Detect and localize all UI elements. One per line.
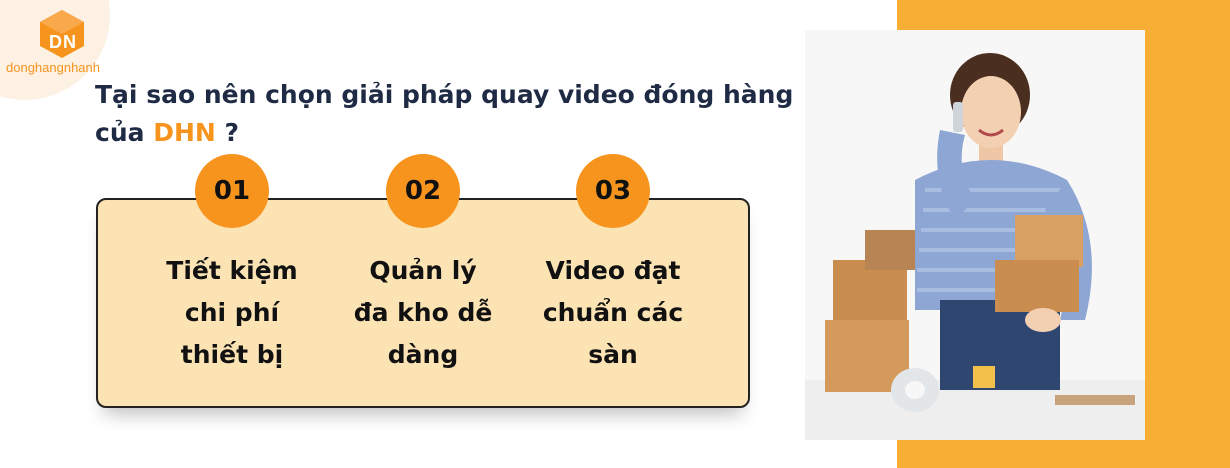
feature-3-line2: chuẩn các (542, 298, 684, 327)
feature-badge-2: 02 (386, 154, 460, 228)
feature-2-line1: Quản lý (369, 256, 477, 285)
feature-2-line3: dàng (387, 340, 459, 369)
headline-line1: Tại sao nên chọn giải pháp quay video đó… (95, 80, 794, 109)
feature-2-line2: đa kho dễ (353, 298, 493, 327)
logo[interactable]: D N donghangnhanh (6, 8, 116, 78)
dn-cube-logo-icon: D N (40, 10, 84, 58)
feature-text-1: Tiết kiệm chi phí thiết bị (142, 250, 322, 376)
headline-line2: của DHN ? (95, 114, 815, 152)
feature-text-3: Video đạt chuẩn các sàn (523, 250, 703, 376)
feature-1-line2: chi phí (184, 298, 280, 327)
feature-1-line1: Tiết kiệm (166, 256, 298, 285)
feature-1-line3: thiết bị (180, 340, 284, 369)
feature-text-2: Quản lý đa kho dễ dàng (333, 250, 513, 376)
headline-prefix: của (95, 118, 145, 147)
logo-text: donghangnhanh (6, 60, 100, 75)
woman-parcels-illustration-icon (805, 53, 1145, 440)
svg-text:D: D (49, 32, 62, 52)
photo-woman-with-parcels (805, 30, 1145, 440)
headline-brand: DHN (153, 118, 216, 147)
headline-suffix: ? (224, 118, 240, 147)
headline: Tại sao nên chọn giải pháp quay video đó… (95, 76, 815, 152)
feature-badge-1: 01 (195, 154, 269, 228)
svg-text:N: N (63, 32, 76, 52)
feature-badge-3: 03 (576, 154, 650, 228)
feature-3-line1: Video đạt (545, 256, 681, 285)
feature-3-line3: sàn (588, 340, 638, 369)
